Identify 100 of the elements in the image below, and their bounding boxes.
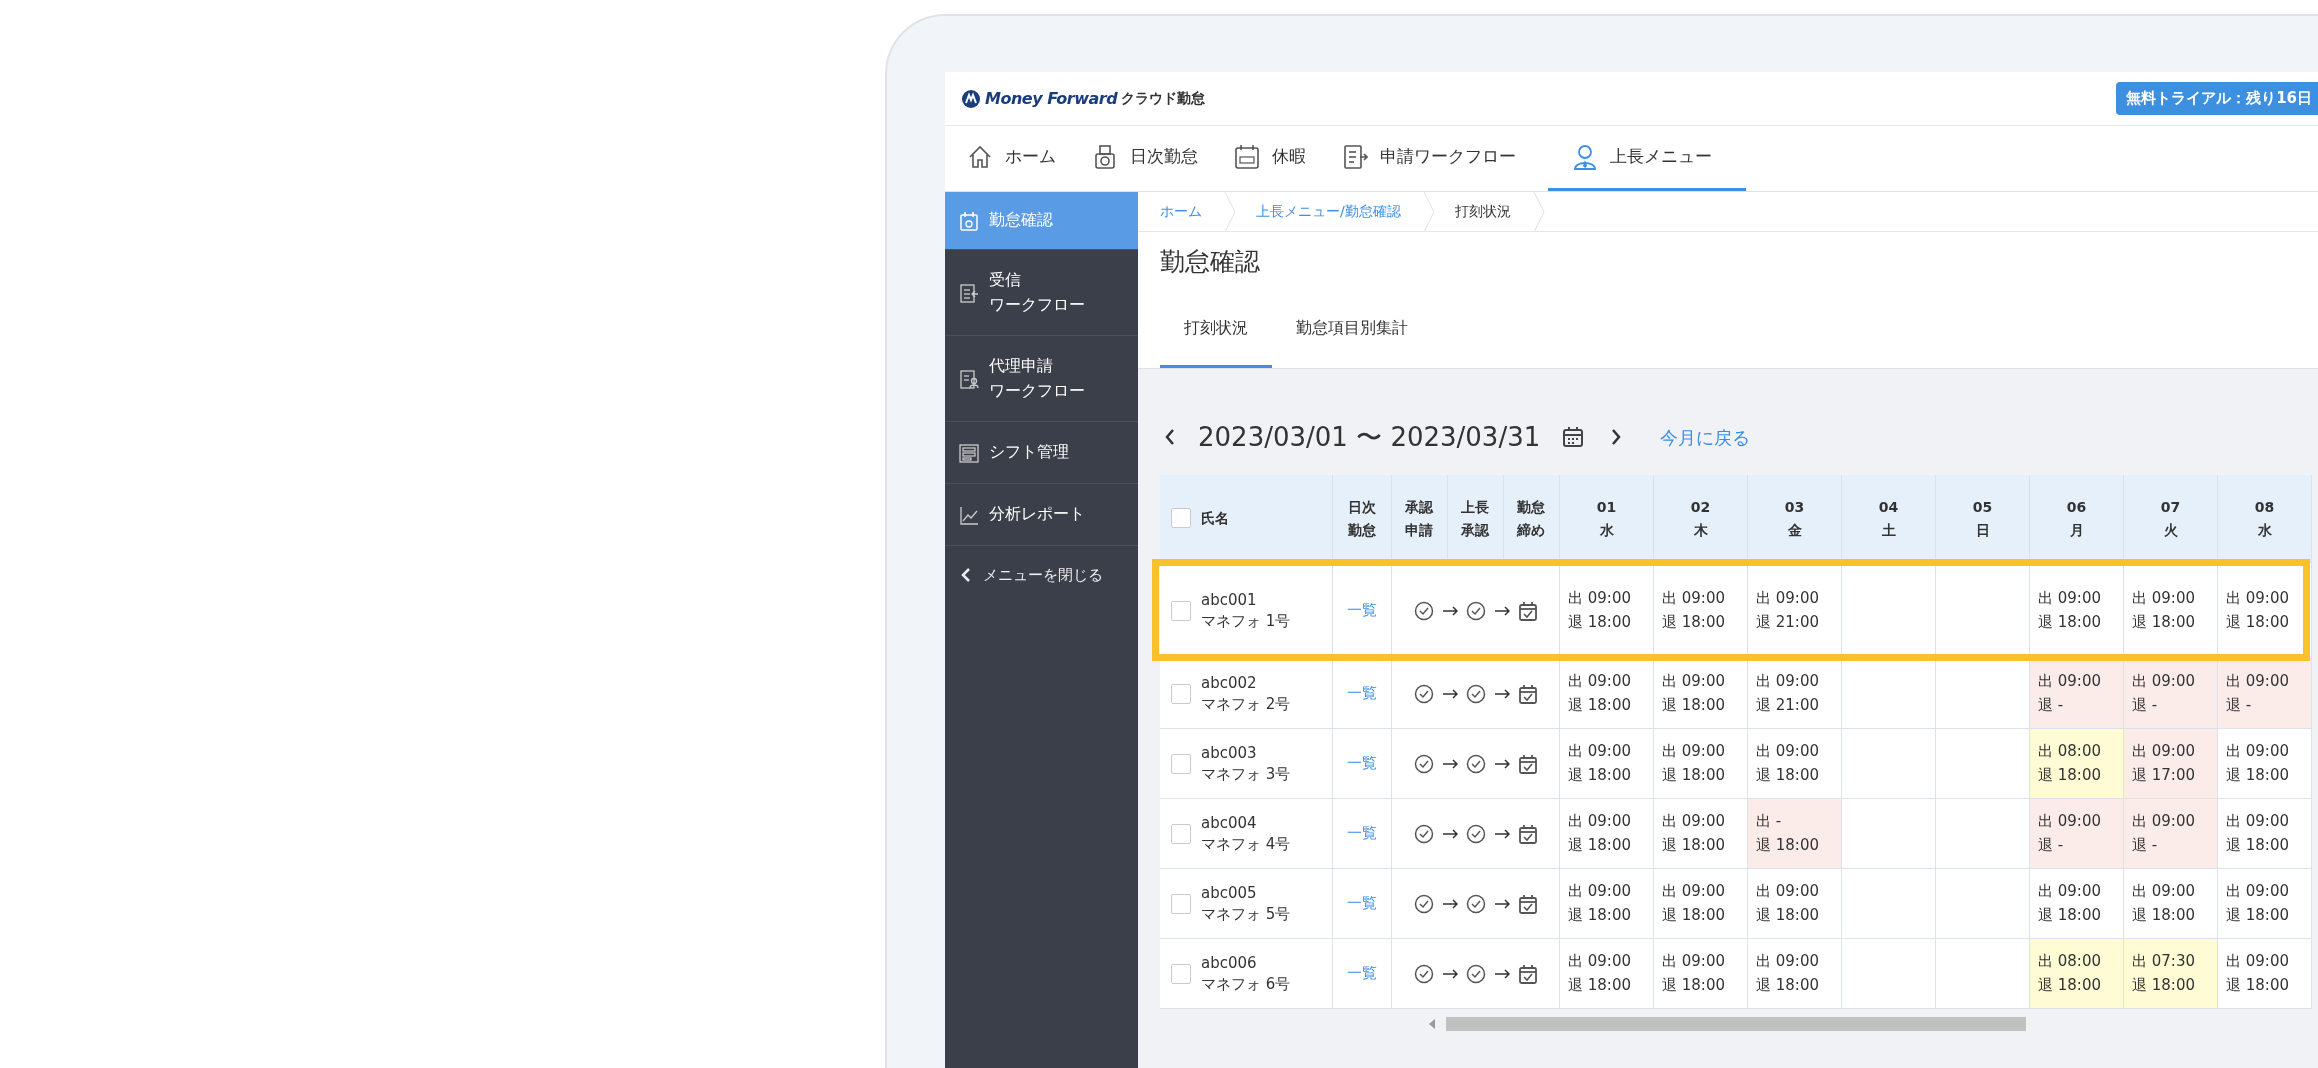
select-all-checkbox[interactable]: [1171, 508, 1191, 529]
check-circle-icon: [1465, 963, 1486, 984]
punch-time-cell: 出 09:00 退 -: [2124, 659, 2218, 729]
date-header: 04 土: [1878, 499, 1899, 538]
check-circle-icon: [1413, 893, 1434, 914]
row-checkbox[interactable]: [1171, 963, 1191, 984]
employee-name: abc004 マネフォ 4号: [1201, 812, 1291, 855]
punch-time-cell: 出 09:00 退 17:00: [2124, 729, 2218, 799]
logo-text: Money Forward: [985, 87, 1118, 110]
punch-time-cell: 出 09:00 退 18:00: [1560, 729, 1654, 799]
punch-time-cell: 出 09:00 退 18:00: [1560, 563, 1654, 659]
calendar-icon: [1562, 426, 1585, 448]
punch-time-cell: 出 09:00 退 18:00: [1654, 939, 1748, 1009]
chevron-left-icon: [961, 567, 971, 584]
check-circle-icon: [1413, 600, 1434, 621]
date-header: 01 水: [1596, 499, 1617, 538]
punch-time-cell: 出 07:30 退 18:00: [2124, 939, 2218, 1009]
trial-badge: 無料トライアル：残り16日: [2116, 82, 2318, 115]
employee-name: abc006 マネフォ 6号: [1201, 952, 1291, 995]
punch-time-cell: 出 09:00 退 18:00: [1560, 939, 1654, 1009]
breadcrumb-current: 打刻状況: [1454, 202, 1512, 221]
check-circle-icon: [1465, 823, 1486, 844]
arrow-right-icon: [1493, 757, 1510, 770]
list-link[interactable]: 一覧: [1347, 754, 1377, 773]
punch-time-cell: 出 09:00 退 18:00: [1654, 869, 1748, 939]
check-circle-icon: [1465, 893, 1486, 914]
nav-tab[interactable]: 日次勤怠: [1088, 126, 1222, 191]
tab[interactable]: 勤怠項目別集計: [1272, 290, 1432, 368]
calendar-check-icon: [1517, 963, 1538, 984]
arrow-right-icon: [1493, 827, 1510, 840]
nav-tab[interactable]: 休暇: [1230, 126, 1330, 191]
calendar-check-icon: [1517, 823, 1538, 844]
nav-tab[interactable]: 申請ワークフロー: [1338, 126, 1540, 191]
list-link[interactable]: 一覧: [1347, 824, 1377, 843]
list-person-icon: [959, 368, 979, 389]
breadcrumb-link[interactable]: 上長メニュー/勤怠確認: [1256, 201, 1423, 222]
employee-name: abc003 マネフォ 3号: [1201, 742, 1291, 785]
punch-time-cell: 出 09:00 退 18:00: [2218, 729, 2312, 799]
list-link[interactable]: 一覧: [1347, 964, 1377, 983]
date-header: 06 月: [2066, 499, 2087, 538]
punch-time-cell: 出 - 退 18:00: [1748, 799, 1842, 869]
punch-time-cell: 出 09:00 退 -: [2124, 799, 2218, 869]
punch-time-cell: 出 09:00 退 18:00: [1654, 729, 1748, 799]
arrow-right-icon: [1441, 687, 1458, 700]
column-header: 氏名: [1201, 509, 1229, 529]
punch-time-cell: 出 09:00 退 -: [2218, 659, 2312, 729]
employee-name: abc005 マネフォ 5号: [1201, 882, 1291, 925]
arrow-right-icon: [1441, 757, 1458, 770]
calendar-check-icon: [1517, 683, 1538, 704]
arrow-right-icon: [1493, 897, 1510, 910]
punch-time-cell: 出 09:00 退 18:00: [1748, 939, 1842, 1009]
check-circle-icon: [1465, 683, 1486, 704]
row-checkbox[interactable]: [1171, 600, 1191, 621]
punch-time-cell: 出 09:00 退 18:00: [2030, 563, 2124, 659]
calendar-check-icon: [1517, 893, 1538, 914]
scroll-left-icon[interactable]: [1428, 1019, 1436, 1029]
arrow-right-icon: [1493, 687, 1510, 700]
punch-time-cell: 出 09:00 退 18:00: [1654, 563, 1748, 659]
check-circle-icon: [1413, 753, 1434, 774]
punch-time-cell: 出 09:00 退 18:00: [2218, 563, 2312, 659]
date-header: 05 日: [1972, 499, 1993, 538]
punch-time-cell: 出 09:00 退 -: [2030, 659, 2124, 729]
chevron-left-icon: [1164, 428, 1176, 446]
row-checkbox[interactable]: [1171, 753, 1191, 774]
column-header: 承認申請: [1404, 498, 1435, 540]
punch-time-cell: 出 08:00 退 18:00: [2030, 939, 2124, 1009]
punch-time-cell: 出 09:00 退 18:00: [1560, 659, 1654, 729]
punch-time-cell: 出 09:00 退 21:00: [1748, 563, 1842, 659]
tab[interactable]: 打刻状況: [1160, 290, 1272, 368]
punch-time-cell: 出 09:00 退 18:00: [2218, 799, 2312, 869]
row-checkbox[interactable]: [1171, 683, 1191, 704]
row-checkbox[interactable]: [1171, 823, 1191, 844]
list-link[interactable]: 一覧: [1347, 601, 1377, 620]
date-range: 2023/03/01 〜 2023/03/31: [1198, 420, 1541, 454]
arrow-right-icon: [1441, 827, 1458, 840]
arrow-right-icon: [1493, 604, 1510, 617]
column-header: 勤怠締め: [1516, 498, 1547, 540]
logo-icon: [961, 88, 981, 109]
calendar-check-icon: [1517, 600, 1538, 621]
punch-time-cell: 出 09:00 退 18:00: [2218, 939, 2312, 1009]
row-checkbox[interactable]: [1171, 893, 1191, 914]
check-circle-icon: [1465, 600, 1486, 621]
date-header: 07 火: [2160, 499, 2181, 538]
check-circle-icon: [1413, 683, 1434, 704]
arrow-right-icon: [1441, 604, 1458, 617]
arrow-right-icon: [1493, 967, 1510, 980]
check-circle-icon: [1465, 753, 1486, 774]
check-circle-icon: [1413, 823, 1434, 844]
punch-time-cell: 出 09:00 退 -: [2030, 799, 2124, 869]
timecard-icon: [1092, 144, 1118, 170]
calendar-icon: [1234, 144, 1260, 170]
date-header: 02 木: [1690, 499, 1711, 538]
breadcrumb-link[interactable]: ホーム: [1160, 201, 1224, 222]
punch-time-cell: 出 09:00 退 18:00: [1748, 869, 1842, 939]
nav-tab[interactable]: ホーム: [963, 126, 1080, 191]
list-link[interactable]: 一覧: [1347, 894, 1377, 913]
punch-time-cell: 出 09:00 退 18:00: [1560, 869, 1654, 939]
list-link[interactable]: 一覧: [1347, 684, 1377, 703]
checklist-icon: [1342, 144, 1368, 170]
collapse-menu-button[interactable]: メニューを閉じる: [945, 546, 1119, 605]
